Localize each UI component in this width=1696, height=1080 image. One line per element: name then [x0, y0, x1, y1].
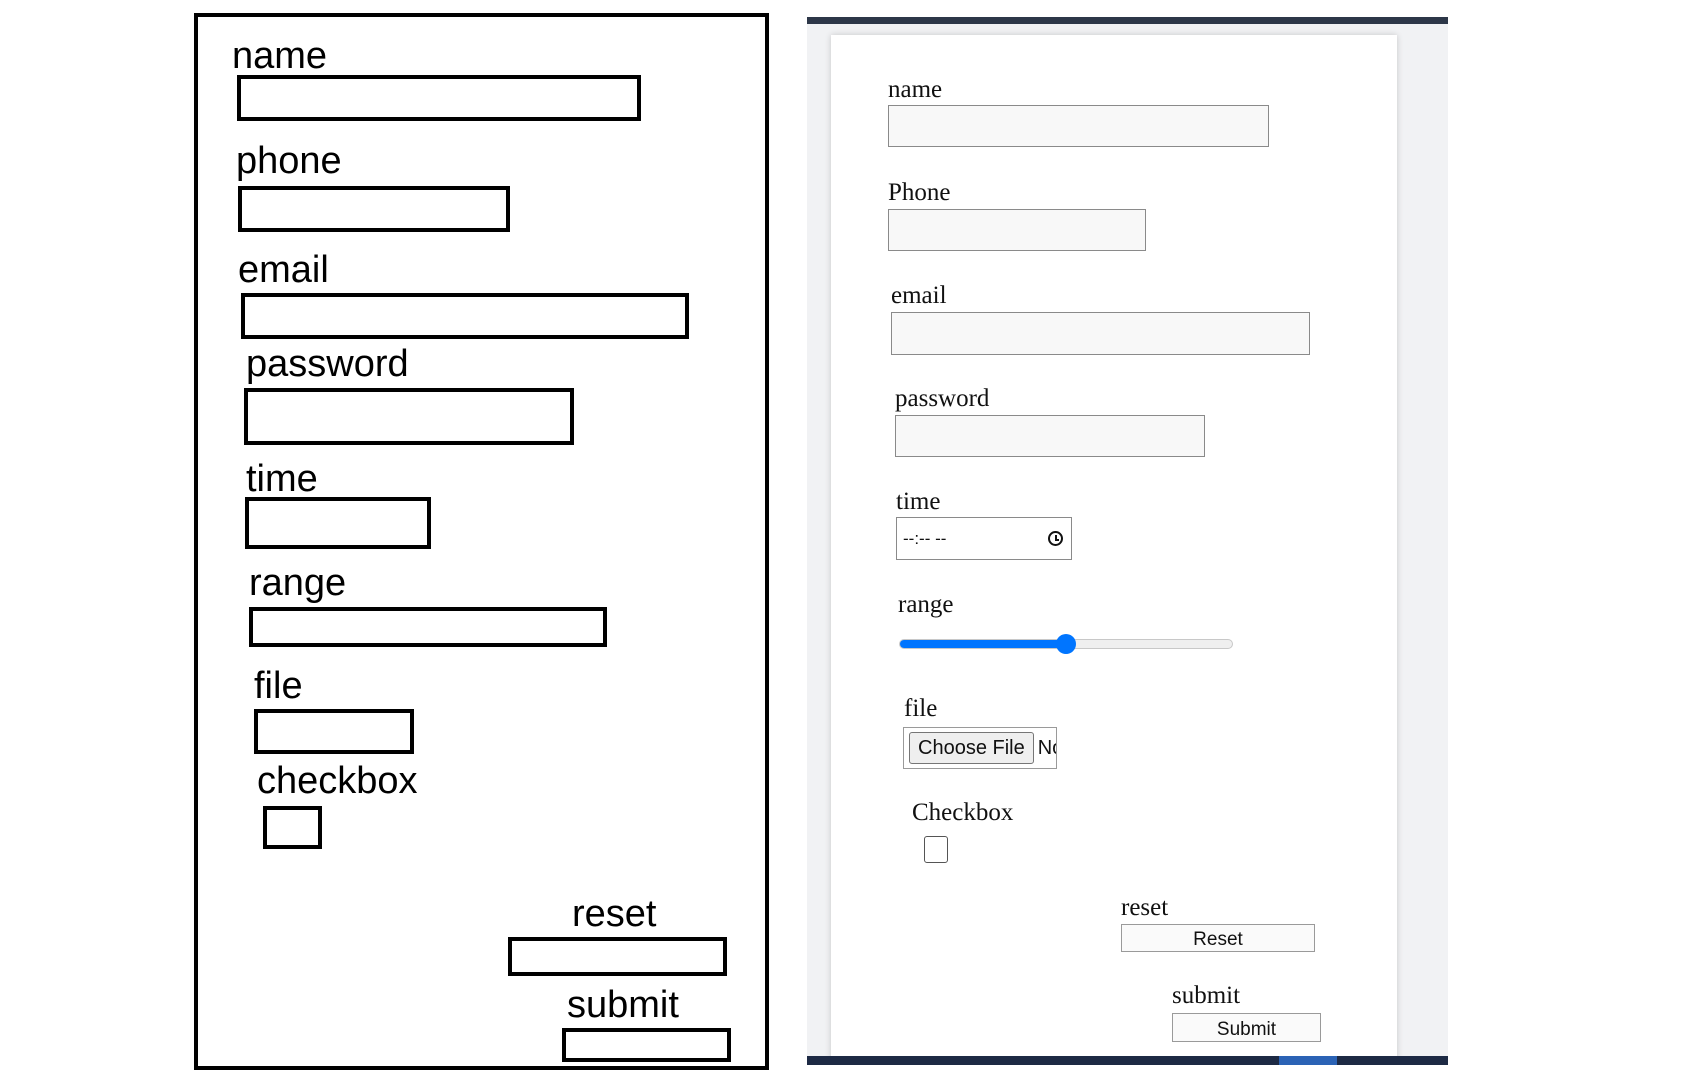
range-thumb[interactable]: [1056, 634, 1076, 654]
wireframe-label-email: email: [238, 249, 329, 291]
range-fill: [900, 640, 1066, 648]
name-input[interactable]: [888, 105, 1269, 147]
wireframe-time-box: [245, 497, 431, 549]
email-input[interactable]: [891, 312, 1310, 355]
time-input[interactable]: --:-- --: [896, 517, 1072, 560]
wireframe-name-box: [237, 75, 641, 121]
label-checkbox: Checkbox: [912, 799, 1014, 826]
wireframe-label-checkbox: checkbox: [257, 760, 418, 802]
submit-button[interactable]: Submit: [1172, 1013, 1321, 1042]
label-name: name: [888, 76, 943, 103]
wireframe-range-box: [249, 607, 607, 647]
reset-button[interactable]: Reset: [1121, 924, 1315, 952]
wireframe-reset-box: [508, 937, 727, 976]
time-value: --:-- --: [903, 528, 947, 548]
label-time: time: [896, 488, 941, 515]
wireframe-file-box: [254, 709, 414, 754]
bottom-bar-accent: [1279, 1056, 1337, 1065]
wireframe-label-phone: phone: [236, 140, 342, 182]
label-reset: reset: [1121, 894, 1169, 921]
label-file: file: [904, 695, 938, 722]
wireframe-label-submit: submit: [567, 984, 679, 1026]
clock-icon[interactable]: [1048, 531, 1063, 546]
choose-file-button[interactable]: Choose File: [909, 732, 1034, 764]
wireframe-label-reset: reset: [572, 893, 657, 935]
rendered-form-frame: name Phone email password time --:-- -- …: [807, 17, 1448, 1065]
password-input[interactable]: [895, 415, 1205, 457]
wireframe-label-name: name: [232, 35, 328, 77]
file-status: No: [1037, 736, 1056, 759]
wireframe-email-box: [241, 293, 689, 339]
label-phone: Phone: [888, 179, 951, 206]
bottom-bar: [807, 1056, 1448, 1065]
wireframe-phone-box: [238, 186, 510, 232]
wireframe-submit-box: [562, 1028, 731, 1062]
wireframe-checkbox-box: [263, 806, 322, 849]
phone-input[interactable]: [888, 209, 1146, 251]
wireframe-label-range: range: [249, 562, 347, 604]
wireframe-password-box: [244, 388, 574, 445]
wireframe-label-time: time: [246, 458, 318, 500]
wireframe-label-file: file: [254, 665, 303, 707]
wireframe-sketch: name phone email password time range fil…: [194, 13, 769, 1070]
form-card: name Phone email password time --:-- -- …: [831, 35, 1397, 1065]
file-input[interactable]: Choose File No: [903, 727, 1057, 769]
top-bar: [807, 17, 1448, 24]
checkbox-input[interactable]: [924, 836, 948, 863]
wireframe-label-password: password: [246, 343, 409, 385]
label-password: password: [895, 385, 990, 412]
range-slider[interactable]: [899, 634, 1233, 654]
label-range: range: [898, 591, 954, 618]
label-submit: submit: [1172, 982, 1241, 1009]
label-email: email: [891, 282, 947, 309]
